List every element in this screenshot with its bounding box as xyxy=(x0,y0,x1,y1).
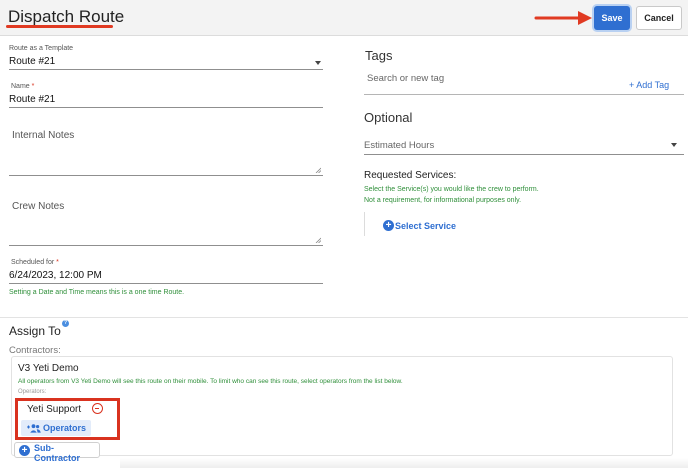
optional-title: Optional xyxy=(364,110,413,125)
page-title: Dispatch Route xyxy=(8,7,125,26)
crew-notes-field[interactable]: Crew Notes xyxy=(12,201,64,212)
operator-name: Yeti Support xyxy=(27,404,82,415)
bottom-shadow xyxy=(120,458,688,468)
name-field[interactable]: Route #21 xyxy=(9,94,55,105)
chevron-down-icon xyxy=(315,61,321,65)
resize-handle-icon[interactable] xyxy=(315,167,321,173)
contractors-label: Contractors: xyxy=(9,345,61,356)
scheduled-underline xyxy=(9,283,323,284)
template-select[interactable]: Route #21 xyxy=(9,56,55,67)
save-button[interactable]: Save xyxy=(594,6,630,30)
select-service-button[interactable]: Select Service xyxy=(395,221,456,231)
estimated-hours-underline xyxy=(364,154,684,155)
operators-label: Operators: xyxy=(18,389,47,395)
template-underline xyxy=(9,69,323,70)
scheduled-label: Scheduled for * xyxy=(11,259,59,266)
scheduled-field[interactable]: 6/24/2023, 12:00 PM xyxy=(9,270,102,281)
services-hint-2: Not a requirement, for informational pur… xyxy=(364,197,522,204)
requested-services-title: Requested Services: xyxy=(364,170,457,181)
services-hint-1: Select the Service(s) you would like the… xyxy=(364,186,539,193)
internal-notes-field[interactable]: Internal Notes xyxy=(12,130,74,141)
title-underline-annotation xyxy=(6,25,113,28)
annotation-arrow-icon xyxy=(534,11,592,25)
internal-notes-underline xyxy=(9,175,323,176)
add-tag-button[interactable]: + Add Tag xyxy=(629,80,669,90)
scheduled-hint: Setting a Date and Time means this is a … xyxy=(9,289,185,296)
contractor-company-name: V3 Yeti Demo xyxy=(18,363,79,374)
tags-title: Tags xyxy=(365,48,393,63)
add-circle-icon: + xyxy=(19,445,30,456)
resize-handle-icon[interactable] xyxy=(315,237,321,243)
help-icon[interactable]: ? xyxy=(62,320,69,327)
template-label: Route as a Template xyxy=(9,45,74,52)
name-label: Name * xyxy=(11,83,35,90)
tag-search-input[interactable]: Search or new tag xyxy=(367,73,444,84)
remove-circle-icon[interactable] xyxy=(92,403,103,414)
contractor-hint: All operators from V3 Yeti Demo will see… xyxy=(18,378,403,385)
tag-search-underline xyxy=(364,94,684,95)
chevron-down-icon xyxy=(671,143,677,147)
section-divider xyxy=(0,317,688,318)
add-circle-icon: + xyxy=(383,220,394,231)
add-people-icon xyxy=(27,424,41,433)
crew-notes-underline xyxy=(9,245,323,246)
assign-to-title: Assign To xyxy=(9,324,61,338)
services-divider xyxy=(364,212,365,236)
name-underline xyxy=(9,107,323,108)
cancel-button[interactable]: Cancel xyxy=(636,6,682,30)
estimated-hours-select[interactable]: Estimated Hours xyxy=(364,140,434,151)
